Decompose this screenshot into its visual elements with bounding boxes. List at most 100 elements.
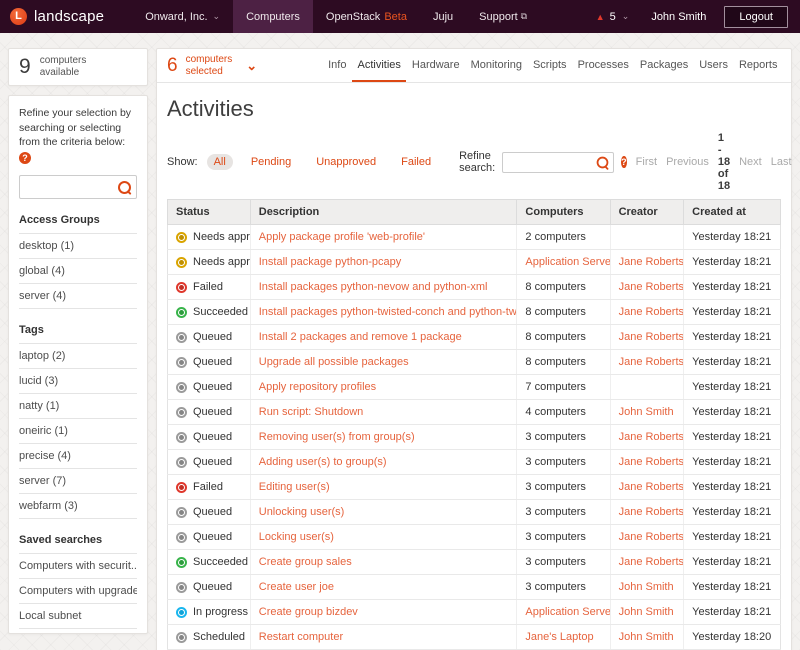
nav-item-support[interactable]: Support⧉ [466, 0, 540, 33]
computers-cell: Jane's Laptop [517, 625, 610, 650]
nav-item-juju[interactable]: Juju [420, 0, 466, 33]
activity-link[interactable]: Install packages python-nevow and python… [259, 281, 488, 293]
activity-link[interactable]: Adding user(s) to group(s) [259, 456, 387, 468]
sidebar-item-webfarm-3[interactable]: webfarm (3) [19, 494, 137, 519]
search-icon[interactable] [596, 155, 610, 169]
computer-link[interactable]: Jane's Laptop [525, 631, 593, 643]
creator-link[interactable]: Jane Robertson [619, 506, 684, 518]
creator-link[interactable]: John Smith [619, 581, 674, 593]
search-icon[interactable] [117, 180, 132, 195]
tab-packages[interactable]: Packages [634, 49, 693, 82]
created-at-cell: Yesterday 18:21 [684, 300, 781, 325]
creator-link[interactable]: Jane Robertson [619, 481, 684, 493]
column-header-status[interactable]: Status [168, 200, 251, 225]
activity-link[interactable]: Install 2 packages and remove 1 package [259, 331, 462, 343]
sidebar-item-computers-with-securit[interactable]: Computers with securit... [19, 554, 137, 579]
activities-table: StatusDescriptionComputersCreatorCreated… [167, 199, 781, 650]
table-row: FailedEditing user(s)3 computersJane Rob… [168, 475, 781, 500]
tab-hardware[interactable]: Hardware [406, 49, 465, 82]
activity-link[interactable]: Apply package profile 'web-profile' [259, 231, 425, 243]
logout-button[interactable]: Logout [724, 6, 788, 28]
status-cell-td: Failed [168, 275, 251, 300]
activity-link[interactable]: Editing user(s) [259, 481, 330, 493]
activity-link[interactable]: Create group bizdev [259, 606, 358, 618]
activity-link[interactable]: Restart computer [259, 631, 343, 643]
creator-link[interactable]: John Smith [619, 606, 674, 618]
sidebar-item-lucid-3[interactable]: lucid (3) [19, 369, 137, 394]
sidebar-item-oneiric-1[interactable]: oneiric (1) [19, 419, 137, 444]
available-label: computers available [40, 55, 87, 79]
tab-info[interactable]: Info [323, 49, 352, 82]
sidebar-item-local-subnet[interactable]: Local subnet [19, 604, 137, 629]
creator-link[interactable]: Jane Robertson [619, 331, 684, 343]
column-header-description[interactable]: Description [250, 200, 517, 225]
pagination-first[interactable]: First [636, 156, 657, 168]
activity-link[interactable]: Create group sales [259, 556, 352, 568]
sidebar-item-precise-4[interactable]: precise (4) [19, 444, 137, 469]
creator-link[interactable]: Jane Robertson [619, 456, 684, 468]
sidebar-item-computers-with-upgrades[interactable]: Computers with upgrades [19, 579, 137, 604]
creator-cell: John Smith [610, 575, 684, 600]
activity-link[interactable]: Upgrade all possible packages [259, 356, 409, 368]
tab-processes[interactable]: Processes [572, 49, 634, 82]
description-cell: Create user joe [250, 575, 517, 600]
tab-users[interactable]: Users [694, 49, 734, 82]
computers-count: 3 computers [525, 431, 586, 443]
column-header-computers[interactable]: Computers [517, 200, 610, 225]
filter-all[interactable]: All [207, 154, 233, 170]
sidebar-item-natty-1[interactable]: natty (1) [19, 394, 137, 419]
nav-item-computers[interactable]: Computers [233, 0, 313, 33]
filter-pending[interactable]: Pending [244, 154, 298, 170]
created-at-value: Yesterday 18:21 [692, 381, 771, 393]
pagination-next[interactable]: Next [739, 156, 762, 168]
nav-item-openstack[interactable]: OpenStackBeta [313, 0, 420, 33]
creator-link[interactable]: Jane Robertson [619, 531, 684, 543]
sidebar-item-server-7[interactable]: server (7) [19, 469, 137, 494]
creator-link[interactable]: Jane Robertson [619, 556, 684, 568]
activity-link[interactable]: Unlocking user(s) [259, 506, 345, 518]
computers-selected-dropdown[interactable]: 6 computers selected ⌄ [167, 49, 257, 82]
computer-link[interactable]: Application Server 1 [525, 256, 610, 268]
activity-link[interactable]: Apply repository profiles [259, 381, 376, 393]
filter-failed[interactable]: Failed [394, 154, 438, 170]
creator-link[interactable]: Jane Robertson [619, 431, 684, 443]
help-icon[interactable]: ? [19, 152, 31, 164]
pagination-previous[interactable]: Previous [666, 156, 709, 168]
tab-reports[interactable]: Reports [733, 49, 783, 82]
status-queued-icon [176, 407, 187, 418]
created-at-value: Yesterday 18:21 [692, 331, 771, 343]
activity-link[interactable]: Create user joe [259, 581, 334, 593]
activity-link[interactable]: Locking user(s) [259, 531, 334, 543]
activity-link[interactable]: Removing user(s) from group(s) [259, 431, 415, 443]
creator-link[interactable]: Jane Robertson [619, 281, 684, 293]
tab-monitoring[interactable]: Monitoring [465, 49, 527, 82]
sidebar-item-global-4[interactable]: global (4) [19, 259, 137, 284]
creator-link[interactable]: Jane Robertson [619, 356, 684, 368]
status-cell: Failed [176, 481, 242, 493]
activity-link[interactable]: Install package python-pcapy [259, 256, 401, 268]
creator-cell: Jane Robertson [610, 300, 684, 325]
tab-activities[interactable]: Activities [352, 49, 406, 82]
column-header-creator[interactable]: Creator [610, 200, 684, 225]
landscape-logo[interactable]: L landscape [0, 0, 132, 33]
creator-link[interactable]: Jane Robertson [619, 256, 684, 268]
tab-scripts[interactable]: Scripts [527, 49, 572, 82]
sidebar-item-laptop-2[interactable]: laptop (2) [19, 344, 137, 369]
status-label: Needs approval [193, 231, 250, 243]
computer-link[interactable]: Application Server 1 [525, 606, 610, 618]
creator-link[interactable]: John Smith [619, 631, 674, 643]
alerts-dropdown[interactable]: ▲ 5 ⌄ [596, 11, 630, 23]
activity-link[interactable]: Install packages python-twisted-conch an… [259, 306, 517, 318]
nav-item-onward-inc[interactable]: Onward, Inc.⌄ [132, 0, 233, 33]
sidebar-item-desktop-1[interactable]: desktop (1) [19, 234, 137, 259]
creator-link[interactable]: John Smith [619, 406, 674, 418]
filter-unapproved[interactable]: Unapproved [309, 154, 383, 170]
activity-link[interactable]: Run script: Shutdown [259, 406, 364, 418]
tab-bar: 6 computers selected ⌄ InfoActivitiesHar… [157, 49, 791, 83]
pagination-last[interactable]: Last [771, 156, 792, 168]
status-label: Queued [193, 406, 232, 418]
sidebar-item-server-4[interactable]: server (4) [19, 284, 137, 309]
creator-link[interactable]: Jane Robertson [619, 306, 684, 318]
column-header-created-at[interactable]: Created at [684, 200, 781, 225]
status-cell-td: Queued [168, 350, 251, 375]
